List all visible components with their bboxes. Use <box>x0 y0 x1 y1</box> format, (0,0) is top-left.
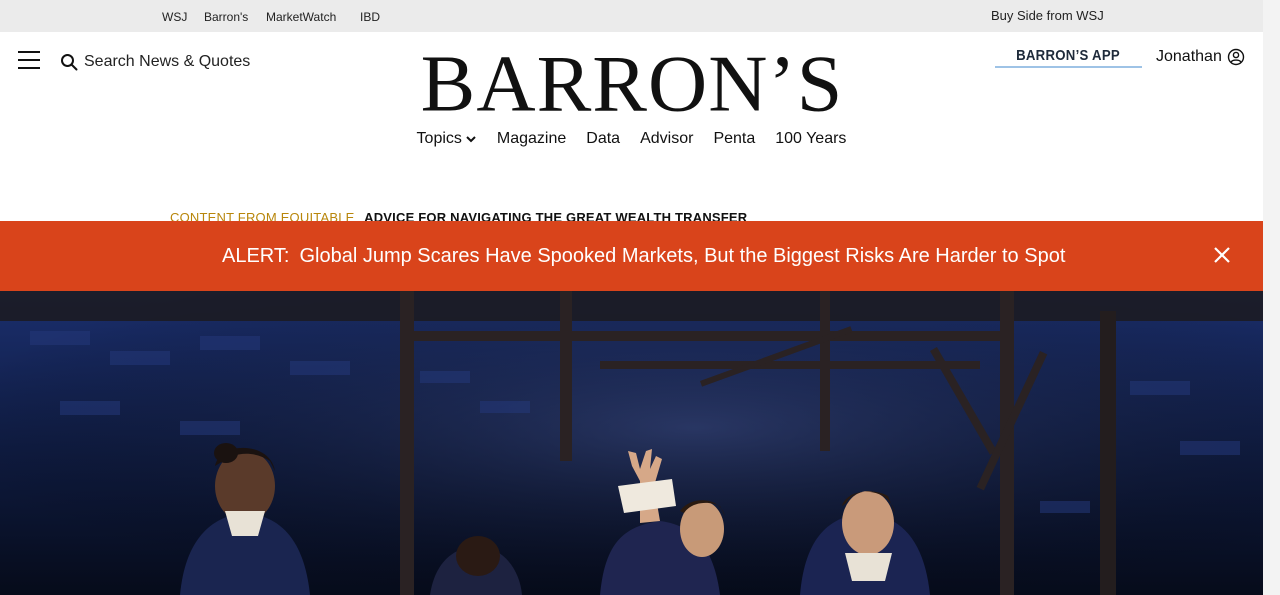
link-buy-side[interactable]: Buy Side from WSJ <box>991 8 1104 23</box>
search-icon <box>61 54 78 71</box>
search-button[interactable]: Search News & Quotes <box>60 52 250 72</box>
user-account-button[interactable]: Jonathan <box>1156 48 1245 66</box>
nav-data[interactable]: Data <box>576 128 630 150</box>
nav-topics[interactable]: Topics <box>407 128 487 150</box>
hamburger-menu-icon-line-2 <box>18 59 40 61</box>
alert-headline[interactable]: Global Jump Scares Have Spooked Markets,… <box>299 245 1065 267</box>
nav-topics-label: Topics <box>416 130 462 147</box>
barrons-app-button[interactable]: BARRON’S APP <box>995 44 1142 68</box>
user-circle-icon <box>1227 48 1245 66</box>
nav-magazine[interactable]: Magazine <box>487 128 576 150</box>
app-button-label: BARRON’S APP <box>1016 46 1121 64</box>
search-label: Search News & Quotes <box>84 53 251 70</box>
logo-text: BARRON’S <box>420 38 844 129</box>
nav-100-years[interactable]: 100 Years <box>765 128 856 150</box>
nav-advisor[interactable]: Advisor <box>630 128 703 150</box>
nav-penta[interactable]: Penta <box>703 128 765 150</box>
chevron-down-icon <box>466 136 476 143</box>
alert-prefix: ALERT: <box>222 245 290 267</box>
alert-text[interactable]: ALERT: Global Jump Scares Have Spooked Ma… <box>222 245 1065 268</box>
main-nav: Topics Magazine Data Advisor Penta 100 Y… <box>0 128 1263 150</box>
link-barrons[interactable]: Barron's <box>204 10 248 24</box>
hero-image[interactable] <box>0 291 1263 595</box>
hero-stage-photo <box>0 291 1263 595</box>
menu-button[interactable] <box>18 51 42 71</box>
user-name: Jonathan <box>1156 48 1222 65</box>
close-icon[interactable] <box>1212 245 1232 265</box>
barrons-logo[interactable]: BARRON’S <box>421 40 843 128</box>
scrollbar[interactable] <box>1263 0 1280 595</box>
link-ibd[interactable]: IBD <box>360 10 380 24</box>
link-marketwatch[interactable]: MarketWatch <box>266 10 336 24</box>
alert-banner[interactable]: ALERT: Global Jump Scares Have Spooked Ma… <box>0 221 1263 291</box>
hamburger-menu-icon-line-3 <box>18 67 40 69</box>
hamburger-menu-icon <box>18 51 40 53</box>
top-links-bar: WSJ Barron's MarketWatch IBD Buy Side fr… <box>0 0 1263 32</box>
link-wsj[interactable]: WSJ <box>162 10 187 24</box>
